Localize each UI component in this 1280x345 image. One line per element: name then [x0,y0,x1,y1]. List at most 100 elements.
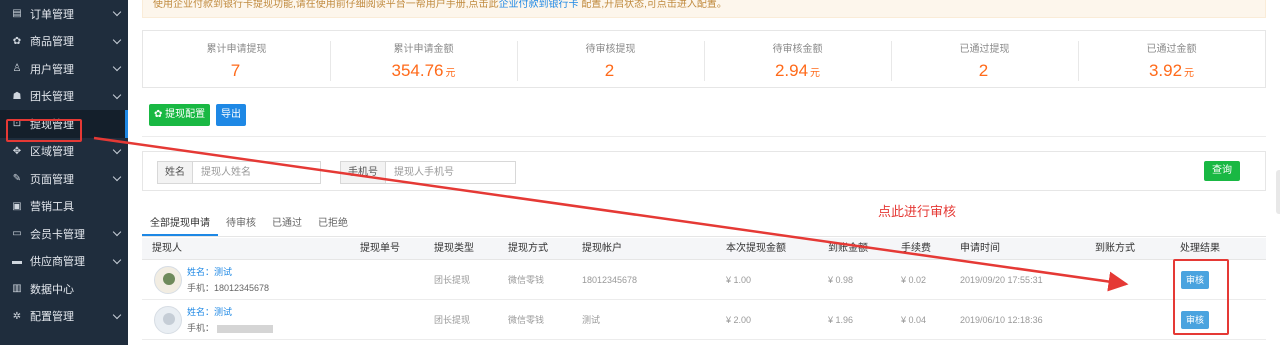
column-header: 到账方式 [1095,243,1135,254]
user-icon: ♙ [12,63,22,75]
stat-unit: 元 [810,68,821,79]
applicant-name[interactable]: 姓名：测试 [187,265,232,278]
stat-total-requests: 累计申请提现 7 [143,31,330,87]
marketing-icon: ▣ [12,200,22,212]
sidebar-item-data[interactable]: ▥ 数据中心 [0,275,128,303]
sidebar-item-label: 营销工具 [30,201,74,214]
chevron-down-icon [112,227,122,237]
notice-banner: 使用企业付款到银行卡提现功能,请在使用前仔细阅读平台一帮用户手册,点击此企业付款… [142,0,1266,18]
stat-pending-requests: 待审核提现 2 [517,31,704,87]
notice-link[interactable]: 企业付款到银行卡 [499,0,579,10]
withdraw-config-button[interactable]: ✿ 提现配置 [149,104,211,126]
masked-phone [217,324,274,333]
avatar [154,266,182,294]
sidebar-item-page[interactable]: ✎ 页面管理 [0,165,128,193]
stat-value: 7 [230,61,241,80]
stat-label: 已通过提现 [959,44,1010,55]
chevron-down-icon [112,7,122,17]
floating-side-tab[interactable] [1276,170,1280,214]
stat-value: 3.92 [1148,61,1183,80]
sidebar-item-label: 数据中心 [30,283,74,296]
column-header: 提现类型 [434,243,474,254]
phone-filter: 手机号 [340,161,516,184]
column-header: 提现帐户 [582,243,622,254]
stat-label: 待审核提现 [585,44,636,55]
applicant-phone-row: 手机： [187,321,274,334]
applicant-phone: 手机： [187,323,215,333]
stat-label: 累计申请提现 [206,44,267,55]
stat-value: 354.76 [391,61,444,80]
sidebar-item-orders[interactable]: ▤ 订单管理 [0,0,128,28]
chevron-down-icon [112,145,122,154]
highlight-box-review [1173,259,1229,335]
sidebar-item-label: 页面管理 [30,173,74,186]
phone-input[interactable] [386,162,514,183]
stat-approved-requests: 已通过提现 2 [891,31,1078,87]
sidebar-item-label: 用户管理 [30,63,74,76]
filter-bar: 姓名 手机号 查询 [142,151,1266,191]
sidebar-item-label: 会员卡管理 [30,228,85,241]
sidebar-item-label: 订单管理 [30,8,74,21]
query-button[interactable]: 查询 [1204,161,1240,181]
sidebar: ▤ 订单管理 ✿ 商品管理 ♙ 用户管理 ☗ 团长管理 ⊡ 提现管理 ✥ 区域管理 ✎ 页面管… [0,0,128,345]
sidebar-item-supplier[interactable]: ▬ 供应商管理 [0,248,128,276]
team-icon: ☗ [12,90,22,102]
sidebar-item-card[interactable]: ▭ 会员卡管理 [0,220,128,248]
column-header: 到账金额 [828,243,868,254]
goods-icon: ✿ [12,35,22,47]
fee: ¥ 0.04 [901,315,927,325]
chart-icon: ▥ [12,283,22,295]
sidebar-item-marketing[interactable]: ▣ 营销工具 [0,193,128,221]
phone-filter-label: 手机号 [341,162,386,183]
table-row: 姓名：测试 手机：18012345678 团长提现 微信零钱 180123456… [142,260,1266,300]
status-tabs: 全部提现申请 待审核 已通过 已拒绝 [142,212,1266,237]
sidebar-item-label: 商品管理 [30,36,74,49]
stat-label: 待审核金额 [772,44,823,55]
tab-pending[interactable]: 待审核 [218,212,264,236]
apply-time: 2019/06/10 12:18:36 [960,315,1043,325]
card-icon: ▭ [12,228,22,240]
highlight-box-sidebar [6,119,82,142]
sidebar-item-settings[interactable]: ✲ 配置管理 [0,303,128,331]
column-header: 手续费 [901,243,931,254]
column-header: 提现方式 [508,243,548,254]
name-input[interactable] [193,162,317,183]
settings-icon: ✲ [12,310,22,322]
region-icon: ✥ [12,145,22,157]
withdraw-account: 测试 [582,315,601,325]
name-filter-label: 姓名 [158,162,193,183]
divider [142,136,1266,137]
withdraw-amount: ¥ 1.00 [726,275,752,285]
table-row: 姓名：测试 手机： 团长提现 微信零钱 测试 ¥ 2.00 ¥ 1.96 ¥ 0… [142,300,1266,340]
sidebar-item-team[interactable]: ☗ 团长管理 [0,83,128,111]
page-icon: ✎ [12,173,22,185]
withdraw-method: 微信零钱 [508,275,545,285]
sidebar-item-label: 配置管理 [30,311,74,324]
applicant-name[interactable]: 姓名：测试 [187,305,232,318]
column-header: 本次提现金额 [726,243,786,254]
stat-value: 2 [604,61,615,80]
stat-total-amount: 累计申请金额 354.76 元 [330,31,517,87]
stat-approved-amount: 已通过金额 3.92 元 [1078,31,1265,87]
stats-panel: 累计申请提现 7 累计申请金额 354.76 元 待审核提现 2 待审核金额 2.94 元 … [142,30,1266,88]
chevron-down-icon [112,62,122,72]
stat-value: 2.94 [774,61,809,80]
avatar [154,306,182,334]
sidebar-item-label: 区域管理 [30,146,74,159]
stat-label: 已通过金额 [1146,44,1197,55]
withdraw-account: 18012345678 [582,275,638,285]
sidebar-item-label: 团长管理 [30,91,74,104]
stat-value: 2 [978,61,989,80]
sidebar-item-goods[interactable]: ✿ 商品管理 [0,28,128,56]
column-header: 提现人 [152,243,182,254]
stat-pending-amount: 待审核金额 2.94 元 [704,31,891,87]
notice-suffix: 配置,开启状态,可点击进入配置。 [578,0,727,10]
chevron-down-icon [112,255,122,264]
tab-all[interactable]: 全部提现申请 [142,212,218,236]
tab-approved[interactable]: 已通过 [264,212,310,236]
sidebar-item-users[interactable]: ♙ 用户管理 [0,55,128,83]
chevron-down-icon [112,172,122,182]
tab-rejected[interactable]: 已拒绝 [310,212,356,236]
export-button[interactable]: 导出 [216,104,246,126]
stat-unit: 元 [445,68,456,79]
